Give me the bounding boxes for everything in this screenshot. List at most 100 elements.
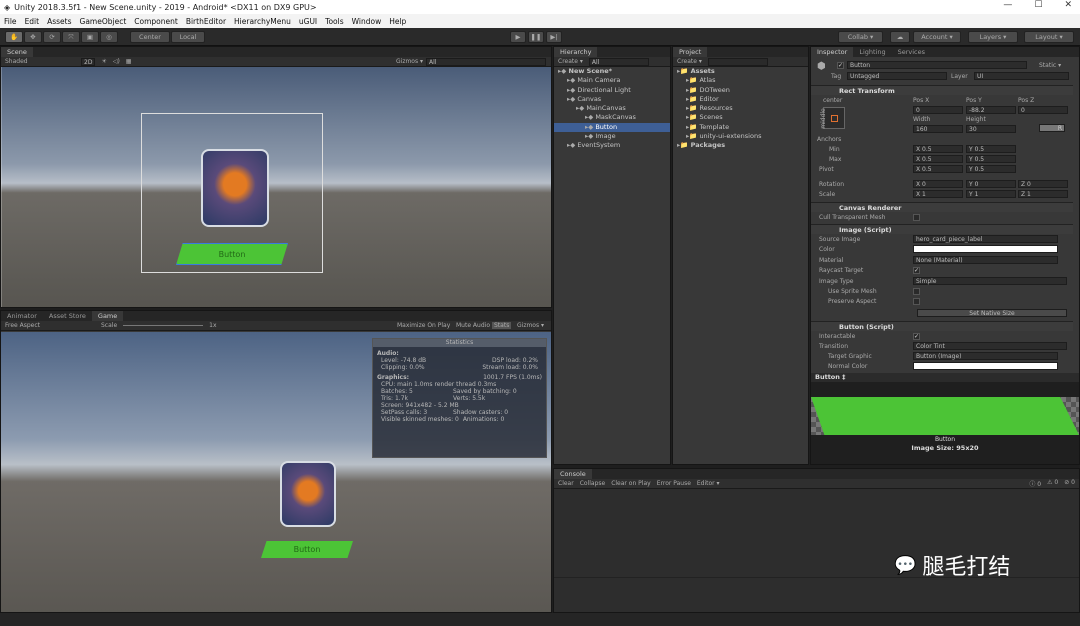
normal-color-swatch[interactable] bbox=[913, 362, 1058, 370]
rotation-y[interactable]: Y 0 bbox=[966, 180, 1016, 188]
menu-hierarchymenu[interactable]: HierarchyMenu bbox=[234, 17, 291, 26]
scale-z[interactable]: Z 1 bbox=[1018, 190, 1068, 198]
menu-help[interactable]: Help bbox=[389, 17, 406, 26]
project-search-input[interactable] bbox=[707, 57, 768, 66]
maximize-on-play-toggle[interactable]: Maximize On Play bbox=[397, 322, 450, 329]
info-count-toggle[interactable]: ⓘ 0 bbox=[1029, 479, 1041, 488]
tree-item[interactable]: ▸◆ Canvas bbox=[554, 95, 670, 104]
tag-dropdown[interactable]: Untagged bbox=[847, 72, 947, 80]
tree-item[interactable]: ▸📁 Template bbox=[673, 123, 808, 132]
tree-item[interactable]: ▸📁 unity-ui-extensions bbox=[673, 132, 808, 141]
pivot-x[interactable]: X 0.5 bbox=[913, 165, 963, 173]
tab-project[interactable]: Project bbox=[673, 47, 708, 57]
effects-toggle-icon[interactable]: ▦ bbox=[126, 58, 132, 65]
tab-console[interactable]: Console bbox=[554, 469, 592, 479]
rotate-tool-icon[interactable]: ⟳ bbox=[43, 31, 61, 43]
collab-dropdown[interactable]: Collab ▾ bbox=[838, 31, 883, 43]
canvas-renderer-header[interactable]: Canvas Renderer bbox=[811, 202, 1073, 212]
menu-file[interactable]: File bbox=[4, 17, 17, 26]
menu-edit[interactable]: Edit bbox=[25, 17, 40, 26]
tree-item[interactable]: ▸📁 Scenes bbox=[673, 113, 808, 122]
source-image-field[interactable]: hero_card_piece_label bbox=[913, 235, 1058, 243]
tree-item[interactable]: ▸📁 Resources bbox=[673, 104, 808, 113]
color-swatch[interactable] bbox=[913, 245, 1058, 253]
static-toggle[interactable]: Static ▾ bbox=[1039, 62, 1061, 69]
tree-item[interactable]: ▸📁 Packages bbox=[673, 141, 808, 150]
menu-birtheditor[interactable]: BirthEditor bbox=[186, 17, 226, 26]
move-tool-icon[interactable]: ✥ bbox=[24, 31, 42, 43]
menu-component[interactable]: Component bbox=[134, 17, 178, 26]
hero-card-image[interactable] bbox=[201, 149, 269, 227]
posx-input[interactable]: 0 bbox=[913, 106, 963, 114]
tab-inspector[interactable]: Inspector bbox=[811, 47, 854, 57]
hand-tool-icon[interactable]: ✋ bbox=[5, 31, 23, 43]
close-button[interactable]: ✕ bbox=[1064, 0, 1072, 10]
height-input[interactable]: 30 bbox=[966, 125, 1016, 133]
set-native-size-button[interactable]: Set Native Size bbox=[917, 309, 1067, 317]
error-count-toggle[interactable]: ⊘ 0 bbox=[1064, 479, 1075, 488]
hierarchy-create-dropdown[interactable]: Create ▾ bbox=[558, 58, 583, 65]
menu-window[interactable]: Window bbox=[352, 17, 382, 26]
anchor-min-x[interactable]: X 0.5 bbox=[913, 145, 963, 153]
tree-item[interactable]: ▸◆ EventSystem bbox=[554, 141, 670, 150]
scale-x[interactable]: X 1 bbox=[913, 190, 963, 198]
anchor-max-y[interactable]: Y 0.5 bbox=[966, 155, 1016, 163]
tab-lighting[interactable]: Lighting bbox=[853, 47, 891, 57]
tree-item[interactable]: ▸◆ Directional Light bbox=[554, 86, 670, 95]
scene-button[interactable]: Button bbox=[176, 243, 288, 265]
tree-item[interactable]: ▸📁 DOTween bbox=[673, 86, 808, 95]
cloud-icon[interactable]: ☁ bbox=[890, 31, 910, 43]
tree-item[interactable]: ▸◆ Main Camera bbox=[554, 76, 670, 85]
scene-search-input[interactable]: All bbox=[426, 58, 546, 66]
pivot-center-toggle[interactable]: Center bbox=[130, 31, 170, 43]
maximize-button[interactable]: ☐ bbox=[1034, 0, 1042, 10]
menu-gameobject[interactable]: GameObject bbox=[80, 17, 127, 26]
rect-transform-header[interactable]: Rect Transform bbox=[811, 85, 1073, 95]
scene-view[interactable]: Button bbox=[1, 67, 551, 307]
tree-item[interactable]: ▸📁 Atlas bbox=[673, 76, 808, 85]
tree-item[interactable]: ▸◆ Button bbox=[554, 122, 670, 133]
image-type-dropdown[interactable]: Simple bbox=[913, 277, 1067, 285]
pivot-y[interactable]: Y 0.5 bbox=[966, 165, 1016, 173]
tree-item[interactable]: ▸◆ MaskCanvas bbox=[554, 113, 670, 122]
menu-assets[interactable]: Assets bbox=[47, 17, 71, 26]
tree-item[interactable]: ▸◆ MainCanvas bbox=[554, 104, 670, 113]
posy-input[interactable]: -88.2 bbox=[966, 106, 1016, 114]
pause-button[interactable]: ❚❚ bbox=[528, 31, 544, 43]
game-view[interactable]: Statistics Audio: Level: -74.8 dB DSP loa… bbox=[1, 332, 551, 612]
button-script-header[interactable]: Button (Script) bbox=[811, 321, 1073, 331]
step-button[interactable]: ▶| bbox=[546, 31, 562, 43]
shading-dropdown[interactable]: Shaded bbox=[5, 58, 75, 65]
interactable-checkbox[interactable]: ✓ bbox=[913, 333, 920, 340]
tree-item[interactable]: ▸📁 Editor bbox=[673, 95, 808, 104]
project-create-dropdown[interactable]: Create ▾ bbox=[677, 58, 702, 65]
console-clear[interactable]: Clear bbox=[558, 480, 574, 487]
tab-game[interactable]: Game bbox=[91, 311, 124, 321]
game-button[interactable]: Button bbox=[261, 541, 353, 558]
rotation-z[interactable]: Z 0 bbox=[1018, 180, 1068, 188]
tree-item[interactable]: ▸📁 Assets bbox=[673, 67, 808, 76]
account-dropdown[interactable]: Account ▾ bbox=[913, 31, 961, 43]
console-editor-dropdown[interactable]: Editor ▾ bbox=[697, 480, 720, 487]
console-collapse[interactable]: Collapse bbox=[580, 480, 606, 487]
menu-ugui[interactable]: uGUI bbox=[299, 17, 317, 26]
tab-services[interactable]: Services bbox=[892, 47, 931, 57]
layout-dropdown[interactable]: Layout ▾ bbox=[1024, 31, 1074, 43]
object-name-input[interactable]: Button bbox=[847, 61, 1027, 69]
tab-hierarchy[interactable]: Hierarchy bbox=[554, 47, 598, 57]
image-script-header[interactable]: Image (Script) bbox=[811, 224, 1073, 234]
tree-item[interactable]: ▸◆ New Scene* bbox=[554, 67, 670, 76]
aspect-dropdown[interactable]: Free Aspect bbox=[5, 322, 95, 329]
tab-asset-store[interactable]: Asset Store bbox=[43, 311, 92, 321]
stats-toggle[interactable]: Stats bbox=[492, 322, 512, 329]
console-clear-on-play[interactable]: Clear on Play bbox=[611, 480, 651, 487]
minimize-button[interactable]: — bbox=[1003, 0, 1012, 10]
hierarchy-search-input[interactable]: All bbox=[588, 57, 649, 66]
console-error-pause[interactable]: Error Pause bbox=[657, 480, 691, 487]
warning-count-toggle[interactable]: ⚠ 0 bbox=[1047, 479, 1058, 488]
anchor-min-y[interactable]: Y 0.5 bbox=[966, 145, 1016, 153]
raycast-checkbox[interactable]: ✓ bbox=[913, 267, 920, 274]
layer-dropdown[interactable]: UI bbox=[974, 72, 1069, 80]
width-input[interactable]: 160 bbox=[913, 125, 963, 133]
scale-y[interactable]: Y 1 bbox=[966, 190, 1016, 198]
